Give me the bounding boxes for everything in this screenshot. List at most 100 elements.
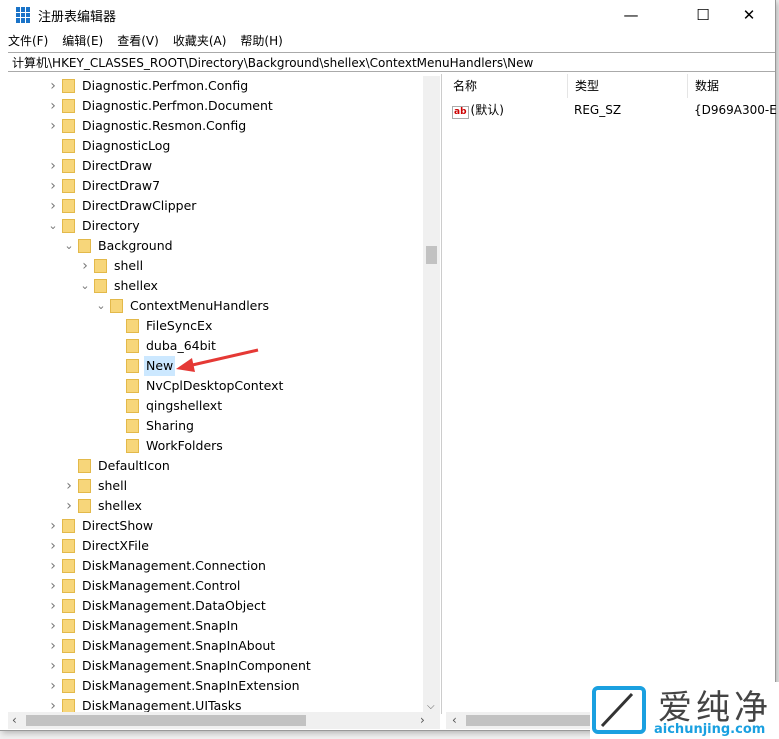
scroll-right-icon[interactable]: › xyxy=(420,713,425,727)
chevron-right-icon[interactable]: › xyxy=(48,536,58,556)
tree-node-label: shell xyxy=(114,258,144,273)
column-name[interactable]: 名称 xyxy=(446,74,568,98)
chevron-down-icon[interactable]: ⌄ xyxy=(48,216,58,236)
tree-node[interactable]: › shellex xyxy=(8,496,428,516)
tree-node[interactable]: DiagnosticLog xyxy=(8,136,428,156)
scroll-thumb[interactable] xyxy=(426,246,437,264)
tree-node-label: Diagnostic.Resmon.Config xyxy=(82,118,247,133)
folder-icon xyxy=(62,199,75,213)
minimize-button[interactable]: — xyxy=(608,0,654,30)
window-title: 注册表编辑器 xyxy=(38,9,117,25)
chevron-right-icon[interactable]: › xyxy=(48,616,58,636)
tree-node[interactable]: › DiskManagement.SnapInExtension xyxy=(8,676,428,696)
scroll-down-icon[interactable]: ⌵ xyxy=(427,701,435,712)
tree-node[interactable]: ⌄ Directory xyxy=(8,216,428,236)
tree-node[interactable]: ⌄ Background xyxy=(8,236,428,256)
menu-view[interactable]: 查看(V) xyxy=(117,32,159,49)
chevron-down-icon[interactable]: ⌄ xyxy=(80,276,90,296)
tree-node-label: shellex xyxy=(114,278,158,293)
tree-node[interactable]: › Diagnostic.Perfmon.Document xyxy=(8,96,428,116)
chevron-right-icon[interactable]: › xyxy=(48,676,58,696)
tree-node-label: DiskManagement.SnapInAbout xyxy=(82,638,276,653)
tree-node[interactable]: › Diagnostic.Perfmon.Config xyxy=(8,76,428,96)
chevron-down-icon[interactable]: ⌄ xyxy=(96,296,106,316)
chevron-right-icon[interactable]: › xyxy=(48,656,58,676)
tree-node-label: Sharing xyxy=(146,418,194,433)
tree-node[interactable]: Sharing xyxy=(8,416,428,436)
tree-node[interactable]: › Diagnostic.Resmon.Config xyxy=(8,116,428,136)
column-data[interactable]: 数据 xyxy=(688,74,778,98)
tree-node[interactable]: DefaultIcon xyxy=(8,456,428,476)
tree-node-label: NvCplDesktopContext xyxy=(146,378,284,393)
folder-icon xyxy=(62,619,75,633)
chevron-right-icon[interactable]: › xyxy=(48,156,58,176)
chevron-right-icon[interactable]: › xyxy=(48,556,58,576)
folder-icon xyxy=(62,639,75,653)
folder-icon xyxy=(62,119,75,133)
tree-node[interactable]: › DirectDrawClipper xyxy=(8,196,428,216)
values-pane: 名称 类型 数据 ab (默认) REG_SZ {D969A300-E xyxy=(446,74,778,714)
tree-node[interactable]: › DirectXFile xyxy=(8,536,428,556)
chevron-right-icon[interactable]: › xyxy=(48,196,58,216)
tree-node[interactable]: › shell xyxy=(8,256,428,276)
tree-node[interactable]: › DirectDraw7 xyxy=(8,176,428,196)
menu-bar: 文件(F) 编辑(E) 查看(V) 收藏夹(A) 帮助(H) xyxy=(0,30,775,50)
hscroll-thumb[interactable] xyxy=(26,715,306,726)
chevron-right-icon[interactable]: › xyxy=(64,496,74,516)
folder-icon xyxy=(62,219,75,233)
folder-icon xyxy=(126,399,139,413)
tree-node[interactable]: › DiskManagement.Control xyxy=(8,576,428,596)
tree-node-label: DiskManagement.DataObject xyxy=(82,598,266,613)
menu-file[interactable]: 文件(F) xyxy=(8,32,48,49)
chevron-right-icon[interactable]: › xyxy=(48,76,58,96)
registry-editor-window: 注册表编辑器 — ☐ ✕ 文件(F) 编辑(E) 查看(V) 收藏夹(A) 帮助… xyxy=(0,0,778,731)
tree-node[interactable]: › DiskManagement.SnapIn xyxy=(8,616,428,636)
chevron-right-icon[interactable]: › xyxy=(48,516,58,536)
menu-edit[interactable]: 编辑(E) xyxy=(62,32,103,49)
menu-favorites[interactable]: 收藏夹(A) xyxy=(173,32,227,49)
tree-node[interactable]: › DirectShow xyxy=(8,516,428,536)
tree-node[interactable]: › shell xyxy=(8,476,428,496)
tree-node-label: Directory xyxy=(82,218,140,233)
tree-vertical-scrollbar[interactable]: ⌵ xyxy=(423,76,440,714)
tree-node[interactable]: › DiskManagement.SnapInComponent xyxy=(8,656,428,676)
tree-node-label: WorkFolders xyxy=(146,438,223,453)
tree-node-label: DiskManagement.SnapIn xyxy=(82,618,239,633)
scroll-left-icon[interactable]: ‹ xyxy=(12,713,17,727)
chevron-right-icon[interactable]: › xyxy=(48,116,58,136)
column-type[interactable]: 类型 xyxy=(568,74,688,98)
chevron-right-icon[interactable]: › xyxy=(48,176,58,196)
tree-node[interactable]: › DirectDraw xyxy=(8,156,428,176)
regedit-app-icon xyxy=(16,7,32,23)
chevron-right-icon[interactable]: › xyxy=(48,576,58,596)
red-arrow-annotation xyxy=(176,348,259,372)
tree-node[interactable]: qingshellext xyxy=(8,396,428,416)
chevron-right-icon[interactable]: › xyxy=(48,636,58,656)
maximize-button[interactable]: ☐ xyxy=(680,0,726,30)
chevron-right-icon[interactable]: › xyxy=(80,256,90,276)
chevron-right-icon[interactable]: › xyxy=(48,596,58,616)
tree-node[interactable]: FileSyncEx xyxy=(8,316,428,336)
close-button[interactable]: ✕ xyxy=(726,0,772,30)
folder-icon xyxy=(62,579,75,593)
scroll-left-icon[interactable]: ‹ xyxy=(452,713,457,727)
tree-horizontal-scrollbar[interactable]: ‹ › xyxy=(8,712,440,729)
tree-node[interactable]: › DiskManagement.DataObject xyxy=(8,596,428,616)
chevron-down-icon[interactable]: ⌄ xyxy=(64,236,74,256)
menu-help[interactable]: 帮助(H) xyxy=(240,32,282,49)
chevron-right-icon[interactable]: › xyxy=(64,476,74,496)
tree-node-label: Background xyxy=(98,238,173,253)
tree-node[interactable]: NvCplDesktopContext xyxy=(8,376,428,396)
tree-node[interactable]: ⌄ shellex xyxy=(8,276,428,296)
folder-icon xyxy=(62,659,75,673)
tree-node-label: Diagnostic.Perfmon.Config xyxy=(82,78,249,93)
tree-node[interactable]: ⌄ ContextMenuHandlers xyxy=(8,296,428,316)
folder-icon xyxy=(62,519,75,533)
tree-node[interactable]: › DiskManagement.SnapInAbout xyxy=(8,636,428,656)
folder-icon xyxy=(78,239,91,253)
tree-node[interactable]: › DiskManagement.Connection xyxy=(8,556,428,576)
tree-node-label: DirectDraw7 xyxy=(82,178,161,193)
address-bar[interactable]: 计算机\HKEY_CLASSES_ROOT\Directory\Backgrou… xyxy=(8,52,775,72)
tree-node[interactable]: WorkFolders xyxy=(8,436,428,456)
chevron-right-icon[interactable]: › xyxy=(48,96,58,116)
